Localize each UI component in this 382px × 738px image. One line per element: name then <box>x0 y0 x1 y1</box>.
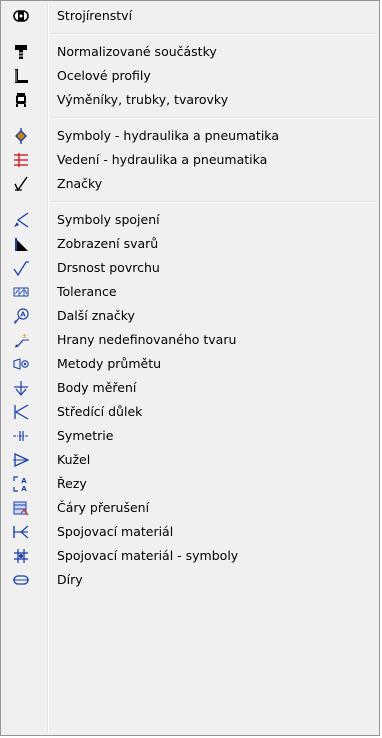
svg-text:±: ± <box>22 333 27 340</box>
hydraulic-symbol-icon <box>13 128 29 144</box>
menu-item-hrany-nedefinovaneho-tvaru[interactable]: ± Hrany nedefinovaného tvaru <box>1 328 379 352</box>
menu-item-label: Díry <box>57 572 83 587</box>
joint-symbol-icon <box>13 212 29 228</box>
context-menu: Strojírenství Normalizované součástky Oc… <box>0 0 380 736</box>
menu-item-label: Normalizované součástky <box>57 44 217 59</box>
bolt-icon <box>13 44 29 60</box>
menu-item-symetrie[interactable]: Symetrie <box>1 424 379 448</box>
mark-icon <box>13 176 29 192</box>
hole-icon <box>13 572 29 588</box>
menu-item-label: Metody průmětu <box>57 356 162 371</box>
menu-item-label: Symboly - hydraulika a pneumatika <box>57 128 279 143</box>
undefined-edge-icon: ± <box>13 332 29 348</box>
menu-item-label: Drsnost povrchu <box>57 260 160 275</box>
menu-item-spojovaci-material-symboly[interactable]: Spojovací materiál - symboly <box>1 544 379 568</box>
menu-item-dalsi-znacky[interactable]: A Další značky <box>1 304 379 328</box>
menu-item-normalizovane-soucastky[interactable]: Normalizované součástky <box>1 40 379 64</box>
menu-item-label: Hrany nedefinovaného tvaru <box>57 332 237 347</box>
menu-item-zobrazeni-svaru[interactable]: Zobrazení svarů <box>1 232 379 256</box>
fastener-icon <box>13 524 29 540</box>
svg-text:A: A <box>21 477 27 485</box>
menu-item-symboly-hydraulika[interactable]: Symboly - hydraulika a pneumatika <box>1 124 379 148</box>
tolerance-icon <box>13 284 29 300</box>
menu-item-body-mereni[interactable]: Body měření <box>1 376 379 400</box>
symmetry-icon <box>13 428 29 444</box>
menu-item-symboly-spojeni[interactable]: Symboly spojení <box>1 208 379 232</box>
menu-item-label: Výměníky, trubky, tvarovky <box>57 92 229 107</box>
fastener-symbol-icon <box>13 548 29 564</box>
menu-item-label: Další značky <box>57 308 135 323</box>
cone-icon <box>13 452 29 468</box>
menu-item-stredici-dulek[interactable]: Středící důlek <box>1 400 379 424</box>
menu-item-label: Vedení - hydraulika a pneumatika <box>57 152 268 167</box>
menu-item-label: Body měření <box>57 380 137 395</box>
menu-item-label: Ocelové profily <box>57 68 151 83</box>
menu-item-metody-prumetu[interactable]: Metody průmětu <box>1 352 379 376</box>
menu-item-kuzel[interactable]: Kužel <box>1 448 379 472</box>
exchanger-icon <box>13 92 29 108</box>
menu-item-drsnost-povrchu[interactable]: Drsnost povrchu <box>1 256 379 280</box>
other-marks-icon: A <box>13 308 29 324</box>
projection-method-icon <box>13 356 29 372</box>
surface-roughness-icon <box>13 260 29 276</box>
menu-item-strojirenstvi[interactable]: Strojírenství <box>1 4 379 28</box>
break-line-icon <box>13 500 29 516</box>
menu-item-cary-preruseni[interactable]: Čáry přerušení <box>1 496 379 520</box>
weld-icon <box>13 236 29 252</box>
menu-item-ocelove-profily[interactable]: Ocelové profily <box>1 64 379 88</box>
menu-item-label: Kužel <box>57 452 91 467</box>
hydraulic-line-icon <box>13 152 29 168</box>
svg-text:A: A <box>21 485 27 492</box>
svg-text:A: A <box>20 311 26 319</box>
center-hole-icon <box>13 404 29 420</box>
menu-separator <box>1 196 379 208</box>
menu-item-label: Strojírenství <box>57 8 133 23</box>
menu-item-spojovaci-material[interactable]: Spojovací materiál <box>1 520 379 544</box>
menu-separator <box>1 112 379 124</box>
menu-separator <box>1 28 379 40</box>
menu-item-label: Středící důlek <box>57 404 143 419</box>
section-icon: AA <box>13 476 29 492</box>
menu-item-label: Spojovací materiál - symboly <box>57 548 239 563</box>
menu-item-label: Čáry přerušení <box>57 500 150 515</box>
menu-item-diry[interactable]: Díry <box>1 568 379 592</box>
menu-item-label: Tolerance <box>57 284 117 299</box>
menu-item-label: Značky <box>57 176 103 191</box>
menu-item-tolerance[interactable]: Tolerance <box>1 280 379 304</box>
menu-item-label: Spojovací materiál <box>57 524 174 539</box>
menu-item-vedeni-hydraulika[interactable]: Vedení - hydraulika a pneumatika <box>1 148 379 172</box>
menu-item-znacky[interactable]: Značky <box>1 172 379 196</box>
measuring-point-icon <box>13 380 29 396</box>
menu-item-label: Řezy <box>57 476 87 491</box>
menu-item-label: Symboly spojení <box>57 212 160 227</box>
steel-profile-icon <box>13 68 29 84</box>
machine-part-icon <box>13 8 29 24</box>
menu-item-rezy[interactable]: AA Řezy <box>1 472 379 496</box>
menu-item-vymeniky[interactable]: Výměníky, trubky, tvarovky <box>1 88 379 112</box>
menu-item-label: Symetrie <box>57 428 114 443</box>
menu-item-label: Zobrazení svarů <box>57 236 159 251</box>
